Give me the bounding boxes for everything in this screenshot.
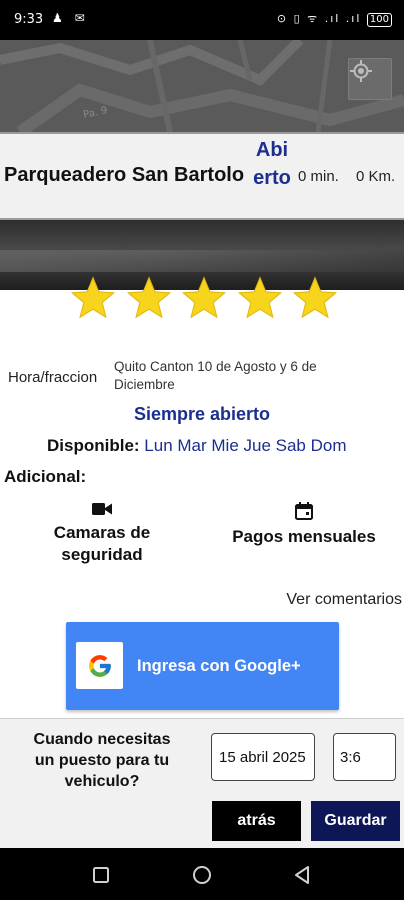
home-circle-icon[interactable] <box>191 864 213 886</box>
google-logo-box <box>76 642 123 689</box>
feature-label: Camaras de seguridad <box>53 523 151 564</box>
star-icon[interactable] <box>237 275 283 321</box>
notification-icons: ♟ ✉ <box>52 11 89 25</box>
travel-time: 0 min. <box>298 168 339 185</box>
extra-label: Adicional: <box>4 467 87 486</box>
battery-icon: 100 <box>366 13 392 27</box>
status-bar: 9:33 ♟ ✉ ⊙ ▯ ᯤ .ıl .ıl 100 <box>0 0 404 40</box>
parking-name: Parqueadero San Bartolo <box>4 164 245 186</box>
back-triangle-icon[interactable] <box>292 864 314 886</box>
availability-row: Disponible: Lun Mar Mie Jue Sab Dom <box>47 436 347 456</box>
feature-monthly-payments: Pagos mensuales <box>222 502 386 548</box>
map-streets: Pa. 9 <box>0 40 404 132</box>
parking-header: Parqueadero San Bartolo Abierto 0 min. 0… <box>0 132 404 220</box>
star-icon[interactable] <box>70 275 116 321</box>
calendar-icon <box>295 502 313 520</box>
google-logo-icon <box>88 654 111 677</box>
locate-button[interactable] <box>348 58 392 100</box>
back-button[interactable]: atrás <box>212 801 301 841</box>
feature-label: Pagos mensuales <box>232 527 376 546</box>
available-label: Disponible: <box>47 436 140 455</box>
recents-square-icon[interactable] <box>90 864 112 886</box>
view-comments-link[interactable]: Ver comentarios <box>286 591 402 609</box>
address-text: Quito Canton 10 de Agosto y 6 de Diciemb… <box>114 359 317 392</box>
star-rating[interactable] <box>70 275 338 323</box>
google-signin-button[interactable]: Ingresa con Google+ <box>66 622 339 710</box>
hours-text: Siempre abierto <box>133 404 271 424</box>
street-label: Pa. 9 <box>82 105 108 121</box>
map-view[interactable]: Pa. 9 <box>0 40 404 132</box>
star-icon[interactable] <box>292 275 338 321</box>
date-field[interactable]: 15 abril 2025 <box>211 733 315 781</box>
save-button[interactable]: Guardar <box>311 801 400 841</box>
video-camera-icon <box>92 503 112 515</box>
system-nav-bar <box>0 848 404 900</box>
signal-icons: ⊙ ▯ ᯤ .ıl .ıl <box>276 12 367 25</box>
status-time: 9:33 <box>14 12 44 27</box>
booking-panel: Cuando necesitas un puesto para tu vehic… <box>0 718 404 848</box>
open-status: Abierto <box>253 139 291 189</box>
feature-security-cameras: Camaras de seguridad <box>40 502 164 566</box>
google-signin-label: Ingresa con Google+ <box>137 657 301 675</box>
travel-distance: 0 Km. <box>356 168 396 185</box>
available-days: Lun Mar Mie Jue Sab Dom <box>144 436 347 455</box>
booking-question: Cuando necesitas un puesto para tu vehic… <box>33 731 171 790</box>
gps-target-icon <box>350 60 372 82</box>
star-icon[interactable] <box>126 275 172 321</box>
time-field[interactable]: 3:6 <box>333 733 396 781</box>
star-icon[interactable] <box>181 275 227 321</box>
system-icons: ⊙ ▯ ᯤ .ıl .ıl 100 <box>277 11 392 27</box>
rate-label: Hora/fraccion <box>8 369 98 386</box>
